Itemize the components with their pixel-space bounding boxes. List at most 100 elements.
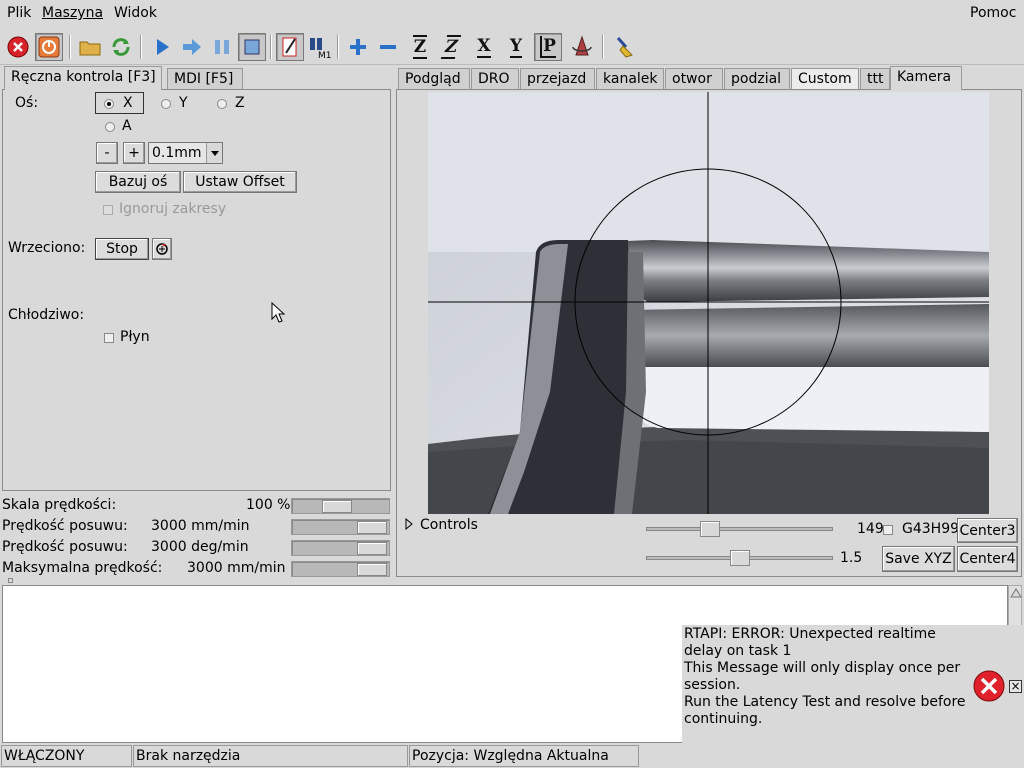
- view-p-icon[interactable]: P: [534, 33, 562, 61]
- override-label-speed-scale: Skala prędkości:: [2, 497, 117, 513]
- slider-thumb[interactable]: [700, 521, 720, 537]
- error-line: session.: [684, 677, 741, 693]
- feed-mm-slider[interactable]: [291, 519, 390, 535]
- spindle-rotate-icon[interactable]: [152, 238, 172, 260]
- error-line: This Message will only display once per: [684, 660, 961, 676]
- open-file-icon[interactable]: [76, 33, 104, 61]
- menu-view[interactable]: Widok: [114, 5, 157, 21]
- center4-button[interactable]: Center4: [957, 546, 1018, 572]
- error-line: Run the Latency Test and resolve before: [684, 694, 966, 710]
- svg-text:M1: M1: [318, 51, 331, 59]
- axis-z-radio[interactable]: [217, 99, 227, 109]
- run-icon[interactable]: [148, 33, 176, 61]
- axis-y-radio[interactable]: [161, 99, 171, 109]
- override-label-max-velocity: Maksymalna prędkość:: [2, 560, 163, 576]
- controls-expander[interactable]: [404, 517, 414, 534]
- error-icon: [973, 670, 1005, 702]
- g43-checkbox[interactable]: [883, 525, 893, 535]
- tab-dro[interactable]: DRO: [471, 68, 519, 90]
- slider-thumb[interactable]: [322, 500, 352, 513]
- ignore-limits-checkbox[interactable]: [103, 205, 113, 215]
- tab-otwor[interactable]: otwor: [665, 68, 723, 90]
- block-delete-icon[interactable]: [276, 33, 304, 61]
- camera-slider-2-value: 1.5: [840, 550, 863, 566]
- slider-thumb[interactable]: [730, 550, 750, 566]
- machine-power-icon[interactable]: [35, 33, 63, 61]
- slider-thumb[interactable]: [357, 542, 387, 555]
- pause-icon[interactable]: [208, 33, 236, 61]
- tab-przejazd[interactable]: przejazd: [520, 68, 595, 90]
- axis-y-label: Y: [179, 95, 188, 111]
- axis-x-radio[interactable]: [104, 99, 114, 109]
- view-p-label: P: [540, 36, 556, 58]
- axis-x-option[interactable]: X: [95, 92, 144, 114]
- menu-help[interactable]: Pomoc: [970, 5, 1016, 21]
- clear-plot-icon[interactable]: [610, 33, 638, 61]
- axis-label: Oś:: [15, 95, 39, 111]
- reload-icon[interactable]: [107, 33, 135, 61]
- home-axis-button[interactable]: Bazuj oś: [95, 171, 181, 193]
- toolbar: M1 Z Z X Y P: [0, 29, 1024, 65]
- view-z2-icon[interactable]: Z: [437, 33, 465, 61]
- scroll-up-icon[interactable]: [1010, 587, 1022, 599]
- controls-label: Controls: [420, 517, 478, 533]
- spindle-stop-button[interactable]: Stop: [95, 238, 149, 260]
- max-velocity-slider[interactable]: [291, 561, 390, 577]
- optional-stop-icon[interactable]: M1: [305, 33, 333, 61]
- slider-thumb[interactable]: [357, 521, 387, 534]
- estop-icon[interactable]: [4, 33, 32, 61]
- error-line: continuing.: [684, 711, 763, 727]
- tab-kanalek[interactable]: kanalek: [596, 68, 664, 90]
- axis-z-label: Z: [235, 95, 245, 111]
- rotate-view-icon[interactable]: [568, 33, 596, 61]
- menu-machine[interactable]: Maszyna: [42, 5, 103, 21]
- view-y-label: Y: [509, 36, 523, 58]
- speed-scale-slider[interactable]: [291, 498, 390, 514]
- axis-a-label: A: [122, 118, 132, 134]
- camera-image: [428, 92, 989, 514]
- tab-camera[interactable]: Kamera: [890, 66, 962, 90]
- zoom-out-icon[interactable]: [374, 33, 402, 61]
- center3-button[interactable]: Center3: [957, 518, 1018, 543]
- camera-slider-1[interactable]: [646, 521, 833, 537]
- view-z-icon[interactable]: Z: [406, 33, 434, 61]
- camera-slider-2[interactable]: [646, 550, 833, 566]
- chevron-down-icon[interactable]: [206, 143, 222, 163]
- pane-splitter[interactable]: [8, 578, 13, 583]
- slider-thumb[interactable]: [357, 563, 387, 576]
- spindle-label: Wrzeciono:: [8, 240, 86, 256]
- error-message: RTAPI: ERROR: Unexpected realtime delay …: [684, 626, 966, 728]
- flood-checkbox[interactable]: [104, 333, 114, 343]
- close-icon[interactable]: ×: [1009, 680, 1022, 693]
- tab-custom[interactable]: Custom: [791, 68, 859, 90]
- tab-podzial[interactable]: podzial: [724, 68, 790, 90]
- override-label-feed-deg: Prędkość posuwu:: [2, 539, 128, 555]
- override-value-speed-scale: 100 %: [246, 497, 291, 513]
- stop-program-icon[interactable]: [238, 33, 266, 61]
- override-value-max-velocity: 3000 mm/min: [187, 560, 286, 576]
- camera-slider-1-value: 149: [857, 521, 884, 537]
- tab-mdi[interactable]: MDI [F5]: [167, 68, 243, 90]
- tab-manual[interactable]: Ręczna kontrola [F3]: [4, 66, 162, 90]
- tab-preview[interactable]: Podgląd: [398, 68, 470, 90]
- status-position: Pozycja: Względna Aktualna: [409, 745, 639, 767]
- camera-panel: Controls 149 G43H99 Center3 1.5 Save XYZ…: [396, 89, 1022, 577]
- tab-ttt[interactable]: ttt: [860, 68, 890, 90]
- step-icon[interactable]: [178, 33, 206, 61]
- axis-x-label: X: [123, 95, 133, 111]
- jog-minus-button[interactable]: -: [96, 142, 118, 164]
- axis-a-radio[interactable]: [105, 122, 115, 132]
- mouse-cursor-icon: [271, 302, 286, 323]
- menu-file[interactable]: Plik: [7, 5, 31, 21]
- zoom-in-icon[interactable]: [344, 33, 372, 61]
- feed-deg-slider[interactable]: [291, 540, 390, 556]
- jog-plus-button[interactable]: +: [123, 142, 145, 164]
- increment-select[interactable]: 0.1mm: [148, 142, 223, 164]
- save-xyz-button[interactable]: Save XYZ: [882, 546, 955, 572]
- manual-control-panel: Oś: X Y Z A - + 0.1mm Bazuj oś Ustaw Off…: [2, 89, 391, 491]
- view-y-icon[interactable]: Y: [502, 33, 530, 61]
- error-line: delay on task 1: [684, 643, 792, 659]
- touch-off-button[interactable]: Ustaw Offset: [183, 171, 297, 193]
- view-x-icon[interactable]: X: [470, 33, 498, 61]
- status-machine-state: WŁĄCZONY: [1, 745, 132, 767]
